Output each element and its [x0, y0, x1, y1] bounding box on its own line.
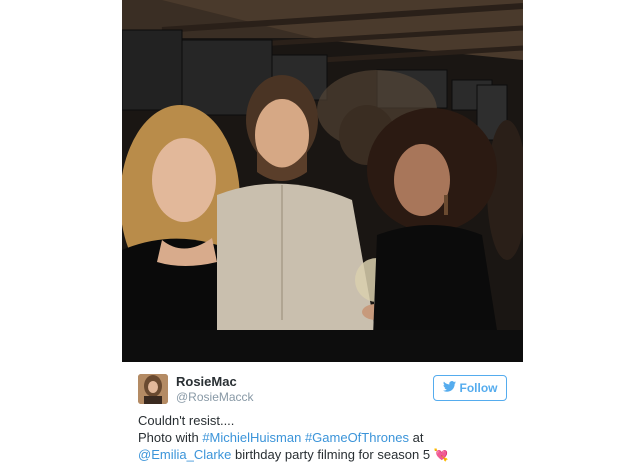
- tweet-line-3: @Emilia_Clarke birthday party filming fo…: [138, 446, 518, 464]
- tweet-card: RosieMac @RosieMacck Follow Couldn't res…: [122, 0, 523, 465]
- hashtag-link[interactable]: #MichielHuisman: [202, 430, 301, 445]
- tweet-text: Couldn't resist.... Photo with #MichielH…: [138, 412, 518, 464]
- follow-label: Follow: [459, 381, 498, 395]
- tweet-photo[interactable]: [122, 0, 523, 362]
- follow-button[interactable]: Follow: [433, 375, 507, 401]
- user-handle[interactable]: @RosieMacck: [176, 390, 254, 405]
- tweet-author: RosieMac @RosieMacck Follow: [138, 374, 507, 408]
- line2-suffix: at: [408, 430, 424, 445]
- heart-arrow-icon: 💘: [433, 448, 449, 462]
- tweet-line-1: Couldn't resist....: [138, 413, 235, 428]
- tweet-line-2: Photo with #MichielHuisman #GameOfThrone…: [138, 429, 518, 446]
- line2-prefix: Photo with: [138, 430, 203, 445]
- avatar[interactable]: [138, 374, 168, 404]
- display-name[interactable]: RosieMac: [176, 374, 237, 390]
- line3-suffix: birthday party filming for season 5: [231, 447, 434, 462]
- twitter-bird-icon: [442, 381, 456, 395]
- hashtag-link[interactable]: #GameOfThrones: [305, 430, 409, 445]
- mention-link[interactable]: @Emilia_Clarke: [138, 447, 231, 462]
